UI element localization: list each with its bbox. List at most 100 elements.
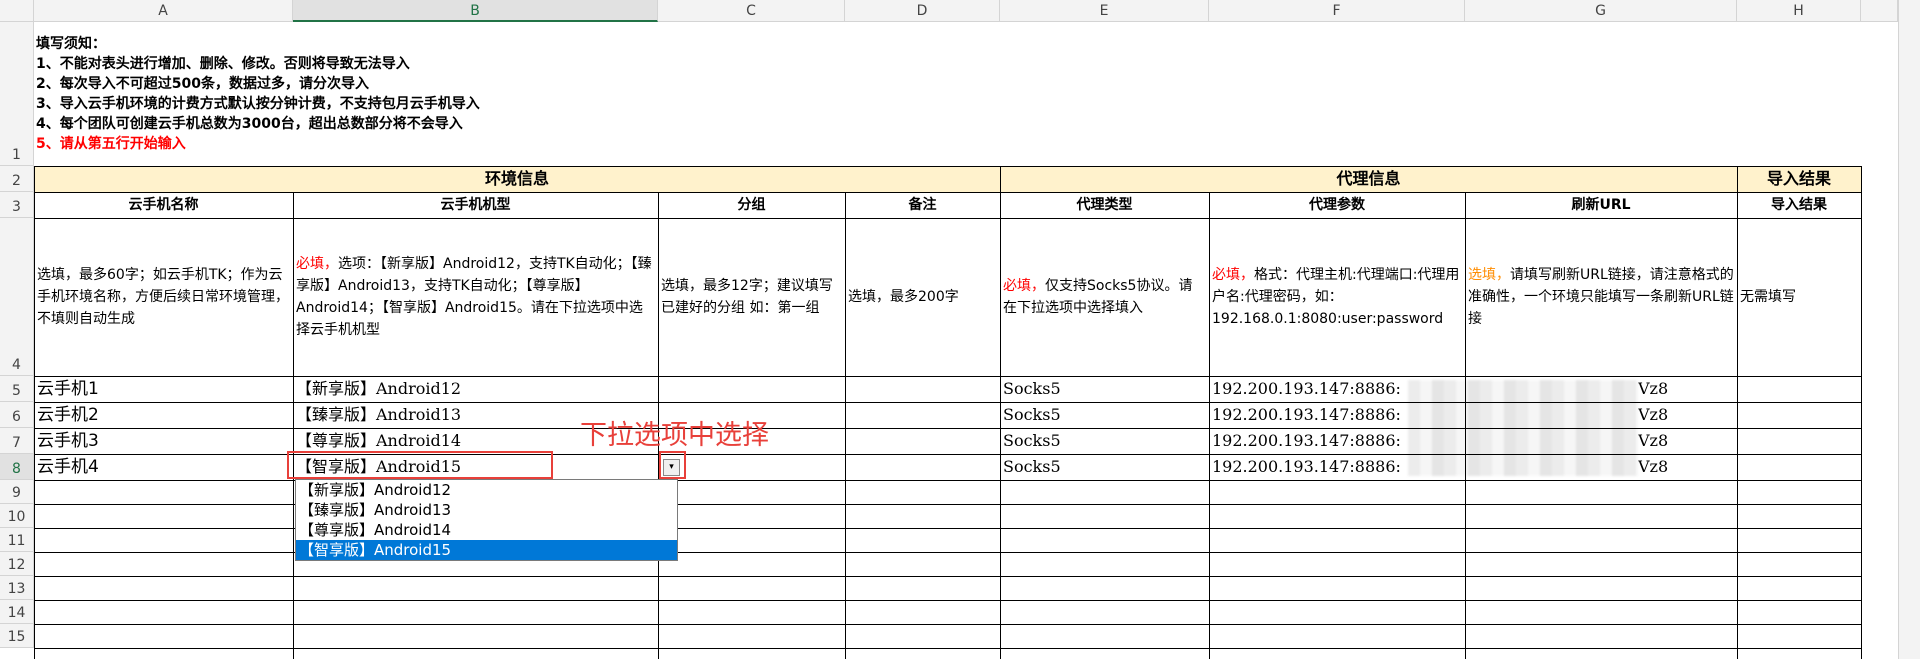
- gridline-left: [34, 166, 35, 659]
- cell-proxy-type-row7[interactable]: Socks5: [1003, 428, 1203, 454]
- vertical-scrollbar[interactable]: [1898, 0, 1920, 659]
- header-import-result[interactable]: 导入结果: [1737, 192, 1861, 218]
- desc-import-result-text: 无需填写: [1740, 289, 1796, 305]
- row-header-4[interactable]: 4: [0, 218, 34, 376]
- header-proxy-type[interactable]: 代理类型: [1000, 192, 1209, 218]
- gridline-col: [1737, 192, 1738, 659]
- cell-proxy-params-tail-row6: Vz8: [1638, 405, 1669, 424]
- desc-import-result[interactable]: 无需填写: [1737, 218, 1861, 376]
- column-header-d[interactable]: D: [845, 0, 1000, 22]
- column-header-a[interactable]: A: [34, 0, 293, 22]
- spreadsheet: A B C D E F G H 1 2 3 4 5 6 7 8 9 10 11 …: [0, 0, 1920, 659]
- row-header-7[interactable]: 7: [0, 428, 34, 454]
- desc-group-text: 选填，最多12字；建议填写已建好的分组 如：第一组: [661, 278, 833, 316]
- row-header-1[interactable]: 1: [0, 22, 34, 166]
- cell-name-row8[interactable]: 云手机4: [37, 454, 287, 480]
- notice-line-2: 2、每次导入不可超过500条，数据过多，请分次导入: [36, 76, 369, 92]
- row-header-5[interactable]: 5: [0, 376, 34, 402]
- dropdown-button[interactable]: ▾: [663, 459, 680, 476]
- notice-line-3: 3、导入云手机环境的计费方式默认按分钟计费，不支持包月云手机导入: [36, 96, 480, 112]
- gridline-row: [34, 648, 1861, 649]
- notice-line-4: 4、每个团队可创建云手机总数为3000台，超出总数部分将不会导入: [36, 116, 463, 132]
- gridline-col: [1465, 192, 1466, 659]
- desc-name[interactable]: 选填，最多60字；如云手机TK；作为云手机环境名称，方便后续日常环境管理，不填则…: [34, 218, 293, 376]
- desc-proxy-params[interactable]: 必填，格式：代理主机:代理端口:代理用户名:代理密码，如：192.168.0.1…: [1209, 218, 1465, 376]
- dropdown-option-2[interactable]: 【臻享版】Android13: [296, 500, 677, 520]
- cell-name-row6[interactable]: 云手机2: [37, 402, 287, 428]
- row-header-8[interactable]: 8: [0, 454, 34, 480]
- gridline-col: [293, 192, 294, 659]
- group-result-header[interactable]: 导入结果: [1737, 166, 1861, 192]
- row-header-6[interactable]: 6: [0, 402, 34, 428]
- notice-line-5: 5、请从第五行开始输入: [36, 136, 186, 152]
- dropdown-option-1[interactable]: 【新享版】Android12: [296, 480, 677, 500]
- gridline-col: [845, 192, 846, 659]
- column-header-blank: [1861, 0, 1898, 22]
- row-header-3[interactable]: 3: [0, 192, 34, 218]
- row-header-15[interactable]: 15: [0, 624, 34, 648]
- gridline-row: [34, 624, 1861, 625]
- cell-proxy-params-tail-row5: Vz8: [1638, 379, 1669, 398]
- gridline-group: [1000, 166, 1001, 192]
- required-mark: 必填，: [1212, 267, 1254, 283]
- group-env-header[interactable]: 环境信息: [34, 166, 1000, 192]
- header-group[interactable]: 分组: [658, 192, 845, 218]
- dropdown-list[interactable]: 【新享版】Android12 【臻享版】Android13 【尊享版】Andro…: [295, 479, 678, 561]
- column-header-e[interactable]: E: [1000, 0, 1209, 22]
- cell-proxy-type-row8[interactable]: Socks5: [1003, 454, 1203, 480]
- row-header-2[interactable]: 2: [0, 166, 34, 192]
- desc-remark[interactable]: 选填，最多200字: [845, 218, 1000, 376]
- desc-refresh-url[interactable]: 选填，请填写刷新URL链接，请注意格式的准确性，一个环境只能填写一条刷新URL链…: [1465, 218, 1737, 376]
- dropdown-annotation: 下拉选项中选择: [580, 420, 769, 451]
- gridline-group: [1861, 166, 1862, 192]
- gridline-col: [1209, 192, 1210, 659]
- dropdown-option-4[interactable]: 【智享版】Android15: [296, 540, 677, 560]
- dropdown-option-3[interactable]: 【尊享版】Android14: [296, 520, 677, 540]
- header-refresh-url[interactable]: 刷新URL: [1465, 192, 1737, 218]
- gridline-row: [34, 376, 1861, 377]
- cell-model-row5[interactable]: 【新享版】Android12: [296, 376, 646, 402]
- fill-instructions[interactable]: 填写须知： 1、不能对表头进行增加、删除、修改。否则将导致无法导入 2、每次导入…: [36, 34, 1736, 154]
- row-header-13[interactable]: 13: [0, 576, 34, 600]
- header-name[interactable]: 云手机名称: [34, 192, 293, 218]
- cell-proxy-type-row6[interactable]: Socks5: [1003, 402, 1203, 428]
- notice-line-1: 1、不能对表头进行增加、删除、修改。否则将导致无法导入: [36, 56, 410, 72]
- cell-name-row5[interactable]: 云手机1: [37, 376, 287, 402]
- cell-name-row7[interactable]: 云手机3: [37, 428, 287, 454]
- header-proxy-params[interactable]: 代理参数: [1209, 192, 1465, 218]
- desc-proxy-type[interactable]: 必填，仅支持Socks5协议。请在下拉选项中选择填入: [1000, 218, 1209, 376]
- row-header-10[interactable]: 10: [0, 504, 34, 528]
- desc-model[interactable]: 必填，选项：【新享版】Android12，支持TK自动化；【臻享版】Androi…: [293, 218, 658, 376]
- row-header-12[interactable]: 12: [0, 552, 34, 576]
- gridline-row: [34, 600, 1861, 601]
- row-header-9[interactable]: 9: [0, 480, 34, 504]
- desc-name-text: 选填，最多60字；如云手机TK；作为云手机环境名称，方便后续日常环境管理，不填则…: [37, 267, 289, 327]
- required-mark: 必填，: [296, 256, 338, 272]
- desc-remark-text: 选填，最多200字: [848, 289, 959, 305]
- column-header-h[interactable]: H: [1737, 0, 1861, 22]
- column-header-g[interactable]: G: [1465, 0, 1737, 22]
- header-model[interactable]: 云手机机型: [293, 192, 658, 218]
- gridline-row: [34, 192, 1861, 193]
- desc-refresh-url-text: 选填，请填写刷新URL链接，请注意格式的准确性，一个环境只能填写一条刷新URL链…: [1468, 267, 1734, 327]
- cell-proxy-type-row5[interactable]: Socks5: [1003, 376, 1203, 402]
- header-remark[interactable]: 备注: [845, 192, 1000, 218]
- gridline-group: [1737, 166, 1738, 192]
- column-header-f[interactable]: F: [1209, 0, 1465, 22]
- desc-group[interactable]: 选填，最多12字；建议填写已建好的分组 如：第一组: [658, 218, 845, 376]
- gridline-row: [34, 428, 1861, 429]
- desc-model-text: 必填，选项：【新享版】Android12，支持TK自动化；【臻享版】Androi…: [296, 256, 652, 338]
- column-header-c[interactable]: C: [658, 0, 845, 22]
- optional-mark: 选填，: [1468, 267, 1510, 283]
- row-header-14[interactable]: 14: [0, 600, 34, 624]
- gridline-col: [1000, 192, 1001, 659]
- cell-proxy-params-tail-row8: Vz8: [1638, 457, 1669, 476]
- gridline-row: [34, 576, 1861, 577]
- gridline-row: [34, 218, 1861, 219]
- column-header-b[interactable]: B: [293, 0, 658, 22]
- row-header-11[interactable]: 11: [0, 528, 34, 552]
- group-proxy-header[interactable]: 代理信息: [1000, 166, 1737, 192]
- highlight-model-cell: [287, 451, 553, 479]
- desc-proxy-type-text: 必填，仅支持Socks5协议。请在下拉选项中选择填入: [1003, 278, 1193, 316]
- select-all-corner[interactable]: [0, 0, 34, 22]
